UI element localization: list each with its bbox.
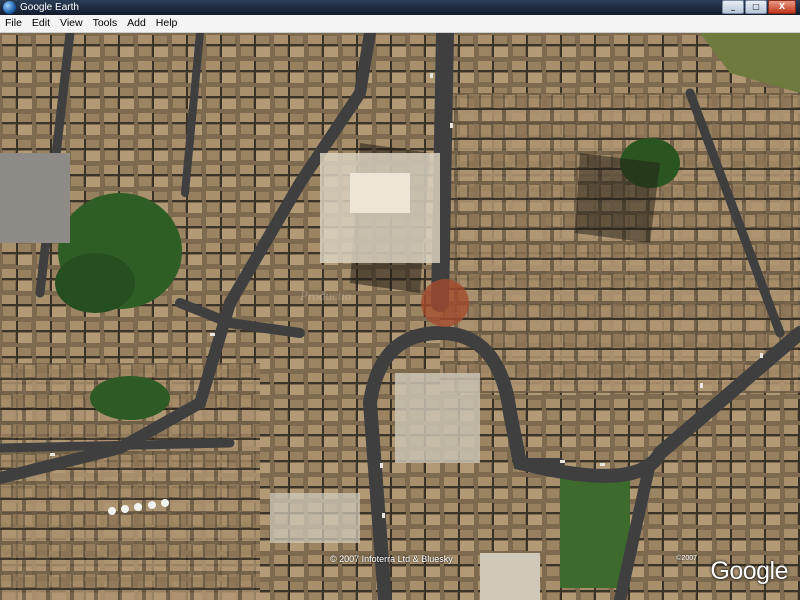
maximize-button[interactable]: □ [745, 0, 767, 14]
google-logo: Google [710, 557, 788, 585]
title-bar[interactable]: Google Earth _ □ X [0, 0, 800, 15]
window-controls: _ □ X [722, 0, 796, 14]
menu-bar: File Edit View Tools Add Help [0, 15, 800, 33]
menu-tools[interactable]: Tools [88, 15, 123, 32]
menu-edit[interactable]: Edit [27, 15, 55, 32]
aerial-imagery [0, 33, 800, 600]
close-button[interactable]: X [768, 0, 796, 14]
window-title: Google Earth [20, 2, 79, 13]
imagery-attribution: © 2007 Infoterra Ltd & Bluesky [330, 554, 453, 564]
google-earth-icon [3, 1, 16, 14]
menu-file[interactable]: File [0, 15, 27, 32]
menu-help[interactable]: Help [151, 15, 183, 32]
menu-add[interactable]: Add [122, 15, 151, 32]
minimize-button[interactable]: _ [722, 0, 744, 14]
logo-copyright-year: ©2007 [676, 555, 697, 562]
menu-view[interactable]: View [55, 15, 88, 32]
map-view[interactable]: Productio © 2007 Infoterra Ltd & Bluesky… [0, 33, 800, 600]
watermark-text: Productio [300, 288, 352, 303]
